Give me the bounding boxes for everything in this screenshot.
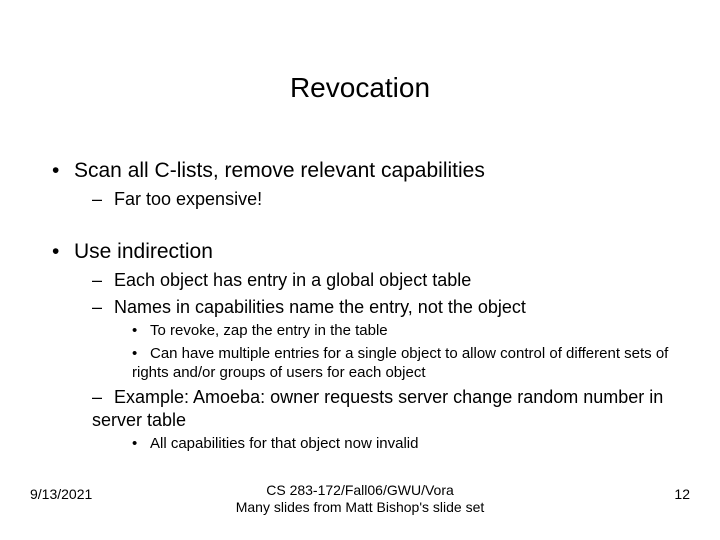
- bullet-2-sub-2b-text: Can have multiple entries for a single o…: [132, 345, 668, 381]
- bullet-2-sub-3a-text: All capabilities for that object now inv…: [150, 435, 418, 452]
- bullet-2-sub-3-text: Example: Amoeba: owner requests server c…: [92, 387, 663, 430]
- bullet-marker: •: [52, 239, 74, 265]
- bullet-2-sub-1-text: Each object has entry in a global object…: [114, 270, 471, 290]
- footer-center: CS 283-172/Fall06/GWU/Vora Many slides f…: [0, 482, 720, 516]
- dash-marker: –: [92, 188, 114, 211]
- dash-marker: –: [92, 386, 114, 409]
- bullet-2: •Use indirection: [52, 239, 690, 265]
- footer-line2: Many slides from Matt Bishop's slide set: [0, 499, 720, 516]
- bullet-2-sub-3: –Example: Amoeba: owner requests server …: [92, 386, 690, 431]
- bullet-marker: •: [52, 158, 74, 184]
- dot-marker: •: [132, 435, 150, 454]
- bullet-2-text: Use indirection: [74, 240, 213, 263]
- dash-marker: –: [92, 296, 114, 319]
- bullet-2-sub-2a-text: To revoke, zap the entry in the table: [150, 322, 388, 339]
- dot-marker: •: [132, 345, 150, 364]
- bullet-2-sub-2a: •To revoke, zap the entry in the table: [132, 322, 690, 341]
- bullet-2-sub-3a: •All capabilities for that object now in…: [132, 435, 690, 454]
- bullet-2-sub-2b: •Can have multiple entries for a single …: [132, 345, 690, 383]
- footer-line1: CS 283-172/Fall06/GWU/Vora: [0, 482, 720, 499]
- dot-marker: •: [132, 322, 150, 341]
- slide-content: •Scan all C-lists, remove relevant capab…: [30, 158, 690, 454]
- bullet-1: •Scan all C-lists, remove relevant capab…: [52, 158, 690, 184]
- footer-date: 9/13/2021: [30, 486, 92, 502]
- bullet-2-sub-1: –Each object has entry in a global objec…: [92, 269, 690, 292]
- bullet-1-text: Scan all C-lists, remove relevant capabi…: [74, 159, 485, 182]
- footer-page: 12: [674, 486, 690, 502]
- bullet-1-sub-1: –Far too expensive!: [92, 188, 690, 211]
- slide-title: Revocation: [30, 0, 690, 152]
- bullet-2-sub-2: –Names in capabilities name the entry, n…: [92, 296, 690, 319]
- slide: Revocation •Scan all C-lists, remove rel…: [0, 0, 720, 540]
- footer: 9/13/2021 CS 283-172/Fall06/GWU/Vora Man…: [0, 482, 720, 516]
- bullet-2-sub-2-text: Names in capabilities name the entry, no…: [114, 297, 526, 317]
- bullet-1-sub-1-text: Far too expensive!: [114, 189, 262, 209]
- spacer: [30, 215, 690, 233]
- dash-marker: –: [92, 269, 114, 292]
